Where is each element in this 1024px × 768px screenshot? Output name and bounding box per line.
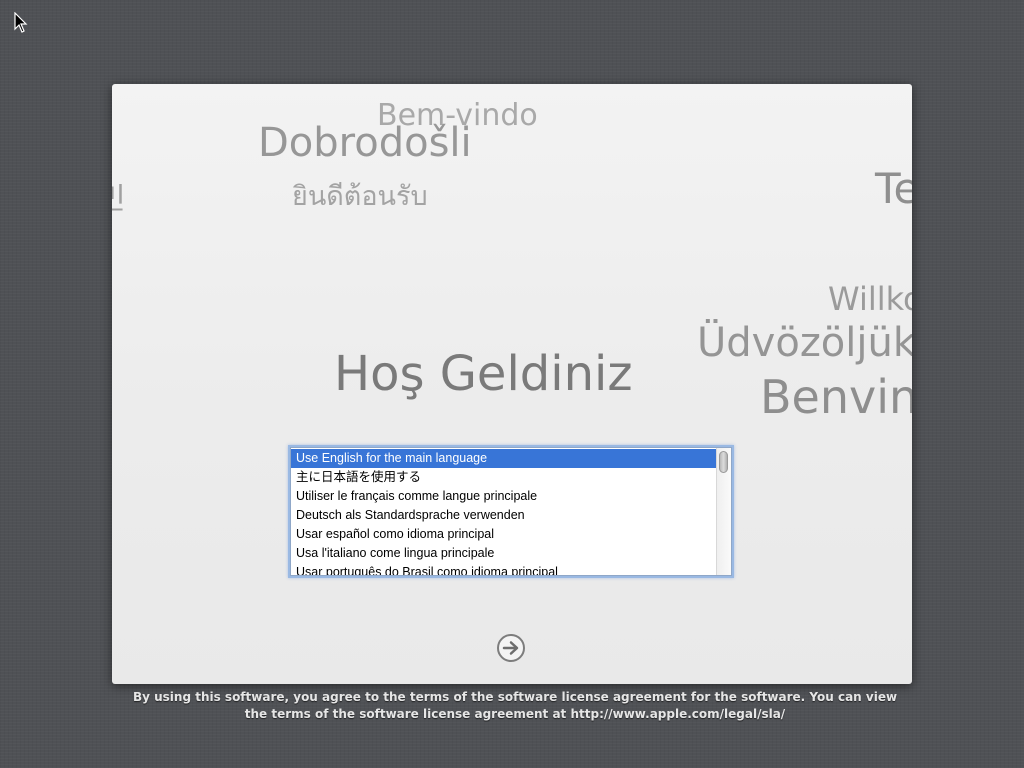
license-line-1: By using this software, you agree to the… [132, 690, 898, 704]
language-list[interactable]: Use English for the main language 主に日本語を… [290, 447, 732, 576]
language-option-spanish[interactable]: Usar español como idioma principal [291, 525, 716, 544]
language-option-english[interactable]: Use English for the main language [291, 449, 716, 468]
welcome-word-thai: ยินดีต้อนรับ [292, 181, 428, 212]
language-option-italian[interactable]: Usa l'italiano come lingua principale [291, 544, 716, 563]
welcome-word-turkish: Hoş Geldiniz [334, 346, 633, 402]
welcome-word-hungarian: Üdvözöljük [697, 320, 912, 366]
welcome-word-partial-te: Te [875, 164, 912, 213]
welcome-word-croatian: Dobrodošli [258, 120, 472, 166]
language-option-portuguese-brazil[interactable]: Usar português do Brasil como idioma pri… [291, 563, 716, 575]
language-option-japanese[interactable]: 主に日本語を使用する [291, 468, 716, 487]
license-line-2: the terms of the software license agreem… [244, 707, 786, 721]
mouse-cursor-icon [14, 12, 28, 33]
welcome-word-korean-partial: 민 [112, 174, 126, 218]
welcome-panel: Bem-vindo Dobrodošli ยินดีต้อนรับ 민 Te W… [112, 84, 912, 684]
continue-button[interactable] [496, 633, 526, 663]
scrollbar-thumb[interactable] [719, 451, 728, 473]
list-scrollbar[interactable] [716, 448, 731, 575]
welcome-word-german: Willko [828, 280, 912, 318]
language-option-french[interactable]: Utiliser le français comme langue princi… [291, 487, 716, 506]
arrow-right-circle-icon [497, 634, 525, 662]
license-notice: By using this software, you agree to the… [120, 689, 910, 723]
language-option-german[interactable]: Deutsch als Standardsprache verwenden [291, 506, 716, 525]
welcome-word-italian: Benvin [760, 370, 912, 424]
